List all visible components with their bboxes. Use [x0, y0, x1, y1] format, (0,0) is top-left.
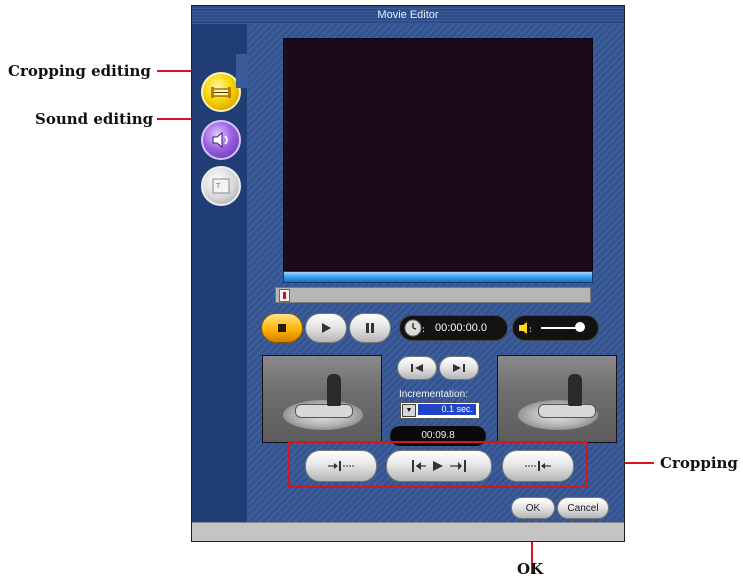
- cropping-editing-button[interactable]: [201, 72, 241, 112]
- stop-icon: [278, 324, 286, 332]
- sound-editing-button[interactable]: [201, 120, 241, 160]
- pause-button[interactable]: [349, 313, 391, 343]
- stop-button[interactable]: [261, 313, 303, 343]
- callout-ok: OK: [517, 560, 544, 578]
- svg-text::: :: [422, 325, 425, 335]
- svg-text:T: T: [215, 182, 221, 190]
- sidebar: T: [192, 24, 247, 522]
- incrementation-value: 0.1 sec.: [418, 404, 476, 415]
- thumbnail-jet-ski: [295, 404, 353, 418]
- pause-icon: [366, 323, 374, 333]
- step-back-icon: [411, 364, 423, 372]
- title-icon: T: [212, 178, 230, 194]
- callout-cropping: Cropping: [660, 454, 738, 472]
- ok-label: OK: [525, 502, 541, 514]
- cropping-icon: [211, 87, 231, 98]
- volume-control[interactable]: :: [512, 315, 599, 341]
- time-value: 00:00:00.0: [435, 322, 487, 334]
- thumbnail-rider: [568, 374, 582, 406]
- thumbnail-jet-ski: [538, 404, 596, 418]
- dropdown-arrow-icon[interactable]: ▼: [402, 404, 416, 417]
- cancel-label: Cancel: [567, 502, 599, 514]
- window-title: Movie Editor: [377, 9, 439, 21]
- step-back-button[interactable]: [397, 356, 437, 380]
- step-forward-icon: [453, 364, 465, 372]
- callout-sound-editing: Sound editing: [35, 110, 154, 128]
- clock-icon: :: [404, 319, 425, 337]
- incrementation-label: Incrementation:: [399, 389, 468, 400]
- svg-text::: :: [529, 325, 532, 335]
- play-icon: [322, 323, 331, 333]
- cropping-highlight-box: [288, 441, 588, 488]
- status-bar: [192, 522, 624, 541]
- callout-cropping-editing: Cropping editing: [8, 62, 151, 80]
- seek-handle[interactable]: [279, 289, 290, 302]
- time-display: : 00:00:00.0: [399, 315, 508, 341]
- seek-marker: [283, 292, 286, 299]
- end-frame-thumbnail: [497, 355, 617, 443]
- cancel-button[interactable]: Cancel: [557, 497, 609, 519]
- video-preview: [283, 38, 593, 271]
- incrementation-select[interactable]: ▼ 0.1 sec.: [400, 402, 480, 419]
- thumbnail-rider: [327, 374, 341, 406]
- start-frame-thumbnail: [262, 355, 382, 443]
- volume-slider-track[interactable]: [541, 322, 585, 332]
- speaker-icon: [212, 131, 228, 149]
- play-button[interactable]: [305, 313, 347, 343]
- seek-bar[interactable]: [275, 287, 591, 303]
- playback-progress-bar: [283, 271, 593, 283]
- volume-icon: :: [519, 322, 532, 335]
- volume-slider-knob[interactable]: [575, 322, 585, 332]
- title-bar: Movie Editor: [192, 6, 624, 24]
- title-editing-button[interactable]: T: [201, 166, 241, 206]
- ok-button[interactable]: OK: [511, 497, 555, 519]
- step-forward-button[interactable]: [439, 356, 479, 380]
